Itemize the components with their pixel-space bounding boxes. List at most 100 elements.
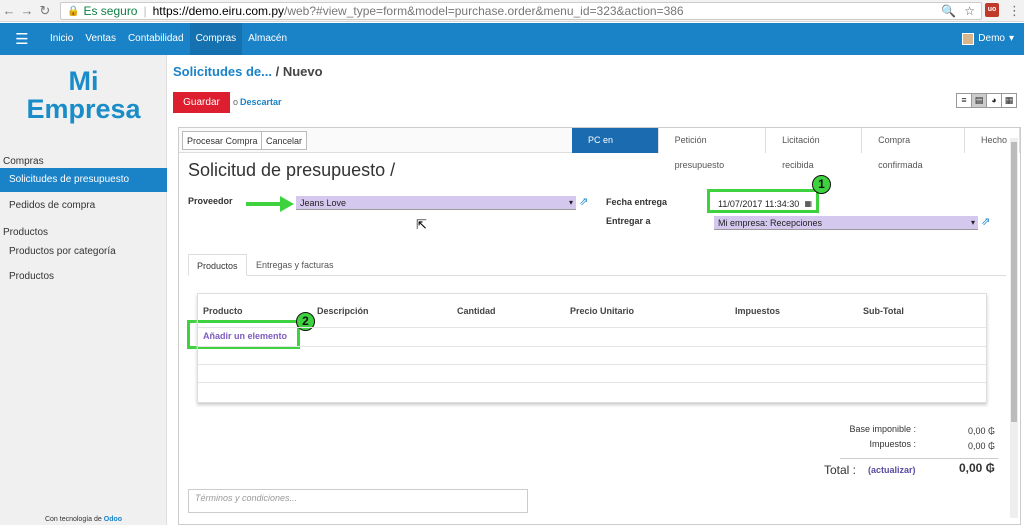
column-header[interactable]: Producto bbox=[203, 306, 243, 316]
lock-icon: 🔒 bbox=[67, 5, 80, 17]
address-bar-icons: 🔍 ☆ bbox=[941, 4, 975, 18]
notebook-tabs: Productos Entregas y facturas bbox=[188, 254, 1006, 276]
dropdown-icon: ▾ bbox=[970, 218, 975, 227]
external-link-icon[interactable]: ⇗ bbox=[981, 215, 990, 228]
menu-ventas[interactable]: Ventas bbox=[79, 23, 122, 55]
logo-line2: Empresa bbox=[26, 94, 141, 124]
total-value: 0,00 ₲ bbox=[958, 461, 995, 475]
scrollbar[interactable] bbox=[1010, 138, 1018, 518]
breadcrumb-current: Nuevo bbox=[282, 64, 323, 79]
column-header[interactable]: Descripción bbox=[317, 306, 369, 316]
annotation-arrow-icon bbox=[246, 196, 294, 212]
top-navbar: ☰ Inicio Ventas Contabilidad Compras Alm… bbox=[0, 23, 1024, 55]
scroll-thumb[interactable] bbox=[1011, 142, 1017, 422]
cancel-button[interactable]: Cancelar bbox=[261, 131, 308, 150]
menu-almacen[interactable]: Almacén bbox=[242, 23, 293, 55]
total-label: Total : bbox=[824, 463, 857, 477]
forward-icon[interactable]: → bbox=[18, 3, 36, 18]
form-view-icon[interactable]: ▤ bbox=[971, 93, 987, 108]
status-header: Procesar Compra Cancelar PC en borrador … bbox=[179, 128, 1020, 170]
add-line-link[interactable]: Añadir un elemento bbox=[203, 331, 287, 341]
reload-icon[interactable]: ↻ bbox=[36, 3, 54, 19]
odoo-link[interactable]: Odoo bbox=[104, 516, 122, 523]
supplier-field[interactable]: Jeans Love ▾ bbox=[296, 196, 576, 210]
tab-entregas[interactable]: Entregas y facturas bbox=[248, 254, 342, 276]
user-name: Demo bbox=[978, 33, 1005, 44]
graph-view-icon[interactable]: ◕ bbox=[986, 93, 1002, 108]
dropdown-icon: ▾ bbox=[568, 198, 573, 207]
user-menu[interactable]: Demo ▾ bbox=[962, 23, 1014, 55]
extension-icon[interactable]: uo bbox=[985, 3, 999, 17]
column-header[interactable]: Precio Unitario bbox=[570, 306, 634, 316]
list-view-icon[interactable]: ≡ bbox=[956, 93, 972, 108]
tab-productos[interactable]: Productos bbox=[188, 254, 247, 276]
powered-by: Con tecnología de Odoo bbox=[0, 516, 167, 523]
supplier-label: Proveedor bbox=[188, 196, 233, 206]
browser-menu-icon[interactable]: ⋮ bbox=[1008, 3, 1021, 19]
sidebar-item-pedidos[interactable]: Pedidos de compra bbox=[0, 194, 167, 218]
sidebar-section-productos: Productos bbox=[3, 227, 49, 238]
stage-draft[interactable]: PC en borrador bbox=[572, 128, 659, 170]
star-icon[interactable]: ☆ bbox=[964, 4, 975, 18]
url-path: /web?#view_type=form&model=purchase.orde… bbox=[284, 4, 684, 18]
process-purchase-button[interactable]: Procesar Compra bbox=[182, 131, 263, 150]
deliver-label: Entregar a bbox=[606, 216, 651, 226]
sidebar-item-solicitudes[interactable]: Solicitudes de presupuesto bbox=[0, 168, 167, 192]
calendar-view-icon[interactable]: ▦ bbox=[1001, 93, 1017, 108]
stage-request[interactable]: Petición presupuesto bbox=[658, 128, 767, 170]
deliver-field[interactable]: Mi empresa: Recepciones ▾ bbox=[714, 216, 978, 230]
browser-toolbar: ← → ↻ 🔒 Es seguro | https://demo.eiru.co… bbox=[0, 0, 1024, 22]
mouse-cursor-icon: ⇱ bbox=[416, 217, 427, 232]
status-bar: PC en borrador Petición presupuesto Lici… bbox=[572, 128, 1020, 170]
step-badge-1: 1 bbox=[812, 175, 831, 194]
powered-by-text: Con tecnología de bbox=[44, 516, 102, 523]
supplier-value: Jeans Love bbox=[300, 198, 347, 208]
totals-divider bbox=[840, 458, 998, 459]
sidebar: Mi Empresa Compras Solicitudes de presup… bbox=[0, 55, 167, 525]
page-title: Solicitud de presupuesto / bbox=[188, 160, 396, 180]
table-row bbox=[198, 346, 986, 347]
menu-contabilidad[interactable]: Contabilidad bbox=[122, 23, 190, 55]
base-label: Base imponible : bbox=[849, 424, 916, 434]
zoom-icon[interactable]: 🔍 bbox=[941, 4, 956, 18]
deliver-value: Mi empresa: Recepciones bbox=[718, 218, 823, 228]
breadcrumb-separator: / bbox=[275, 64, 280, 79]
secure-label: Es seguro bbox=[83, 4, 138, 18]
sidebar-item-productos-categoria[interactable]: Productos por categoría bbox=[0, 240, 167, 264]
stage-confirmed[interactable]: Compra confirmada bbox=[862, 128, 965, 170]
discard-button[interactable]: Descartar bbox=[240, 97, 282, 107]
tax-value: 0,00 ₲ bbox=[967, 441, 995, 451]
update-link[interactable]: (actualizar) bbox=[868, 465, 916, 475]
url-host: https://demo.eiru.com.py bbox=[152, 4, 284, 18]
table-row bbox=[198, 364, 986, 365]
url-separator: | bbox=[143, 4, 147, 18]
column-header[interactable]: Impuestos bbox=[735, 306, 780, 316]
menu-compras[interactable]: Compras bbox=[189, 23, 243, 55]
address-bar[interactable]: 🔒 Es seguro | https://demo.eiru.com.py /… bbox=[60, 2, 982, 20]
date-label: Fecha entrega bbox=[606, 197, 668, 207]
caret-down-icon: ▾ bbox=[1008, 33, 1014, 44]
save-button[interactable]: Guardar bbox=[173, 92, 230, 113]
table-row bbox=[198, 327, 986, 328]
menu-inicio[interactable]: Inicio bbox=[44, 23, 79, 55]
sidebar-item-productos[interactable]: Productos bbox=[0, 265, 167, 289]
terms-input[interactable]: Términos y condiciones... bbox=[188, 489, 528, 513]
back-icon[interactable]: ← bbox=[0, 3, 18, 18]
logo-line1: Mi bbox=[68, 66, 99, 96]
top-menu: Inicio Ventas Contabilidad Compras Almac… bbox=[44, 23, 293, 55]
hamburger-icon[interactable]: ☰ bbox=[0, 30, 44, 48]
stage-bid[interactable]: Licitación recibida bbox=[766, 128, 863, 170]
sidebar-section-compras: Compras bbox=[3, 156, 44, 167]
tax-label: Impuestos : bbox=[869, 439, 916, 449]
column-header[interactable]: Sub-Total bbox=[863, 306, 904, 316]
or-text: o bbox=[233, 97, 239, 107]
highlight-box-date bbox=[707, 189, 819, 213]
company-logo[interactable]: Mi Empresa bbox=[0, 67, 167, 123]
breadcrumb-parent[interactable]: Solicitudes de... bbox=[173, 64, 272, 79]
view-switcher: ≡ ▤ ◕ ▦ bbox=[956, 93, 1017, 108]
column-header[interactable]: Cantidad bbox=[457, 306, 496, 316]
external-link-icon[interactable]: ⇗ bbox=[579, 195, 588, 208]
order-lines-table: Producto Descripción Cantidad Precio Uni… bbox=[197, 293, 987, 403]
breadcrumb: Solicitudes de... / Nuevo bbox=[173, 64, 323, 79]
base-value: 0,00 ₲ bbox=[967, 426, 995, 436]
